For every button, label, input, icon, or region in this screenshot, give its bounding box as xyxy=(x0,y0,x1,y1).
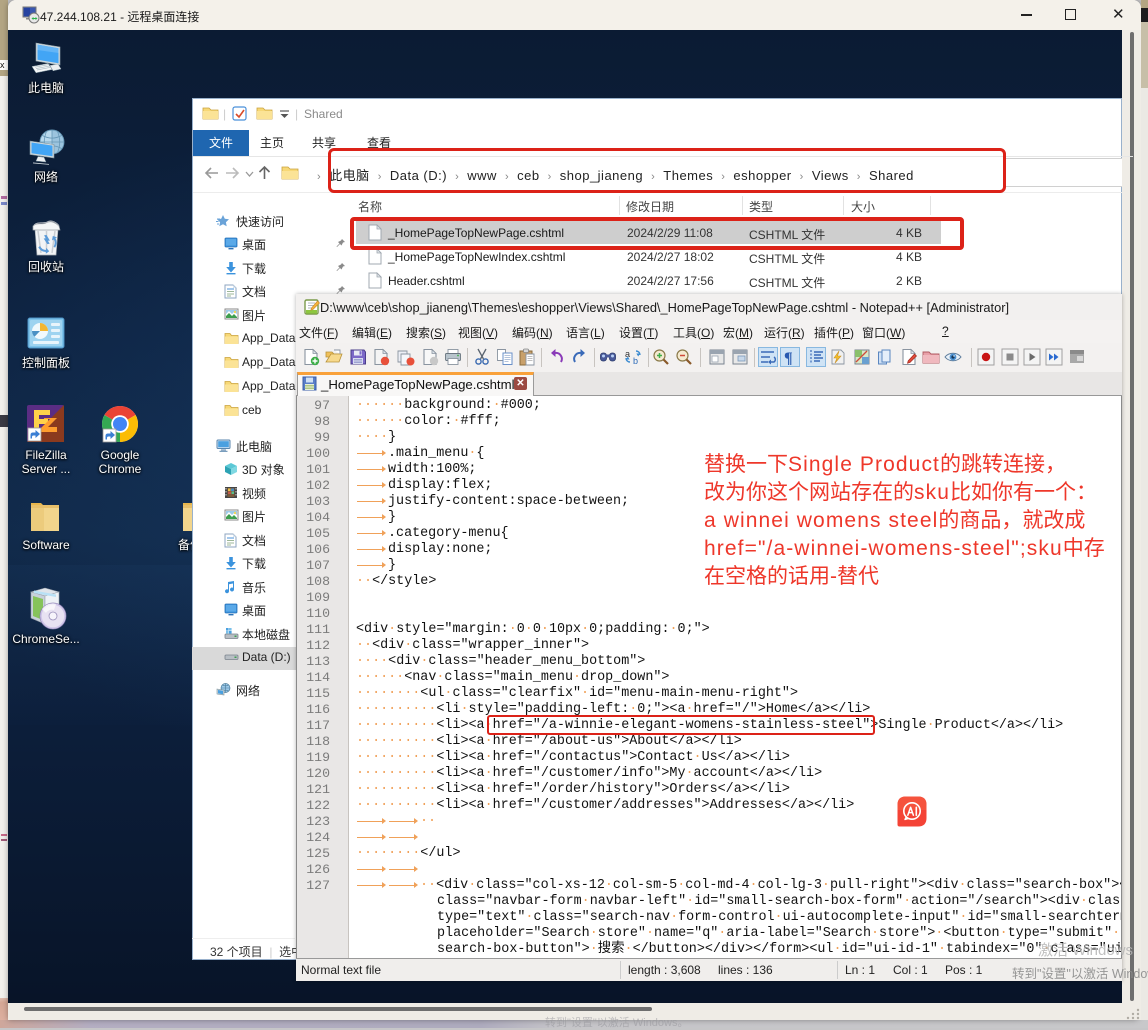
svg-text:¶: ¶ xyxy=(784,350,793,366)
svg-text:b: b xyxy=(633,356,638,366)
